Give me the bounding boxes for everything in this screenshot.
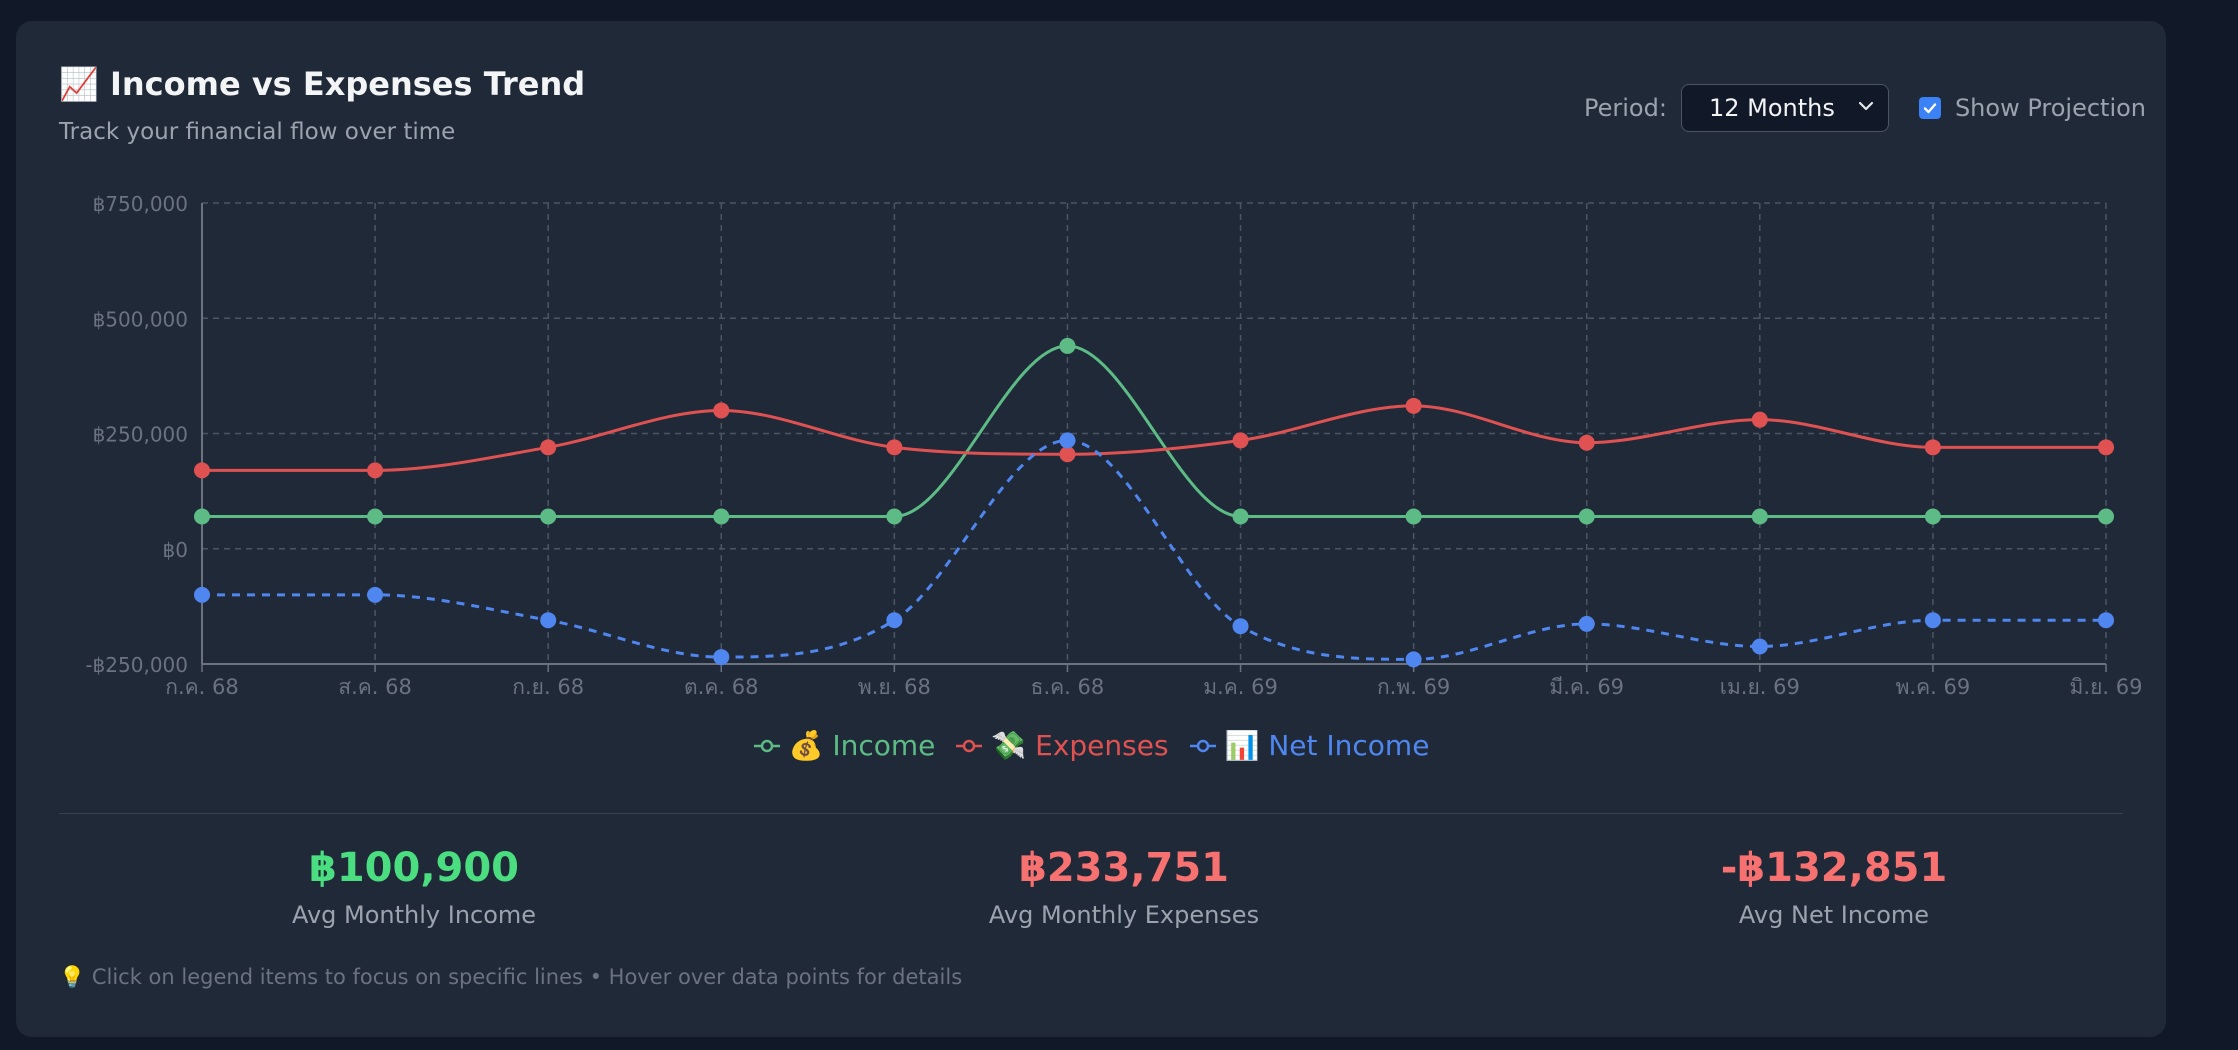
data-point-expenses [886, 439, 903, 456]
x-tick-label: ต.ค. 68 [684, 675, 758, 699]
x-tick-label: พ.ค. 69 [1896, 675, 1971, 699]
x-tick-label: ส.ค. 68 [338, 675, 412, 699]
footnote-text: Click on legend items to focus on specif… [91, 965, 963, 989]
x-tick-label: มี.ค. 69 [1549, 675, 1624, 699]
data-point-expenses [1232, 432, 1249, 449]
data-point-income [713, 508, 730, 525]
data-point-expenses [540, 439, 557, 456]
data-point-net-income [367, 586, 384, 603]
data-point-income [1232, 508, 1249, 525]
legend-item-net-income[interactable]: 📊 Net Income [1189, 729, 1430, 762]
stat-label: Avg Monthly Expenses [988, 901, 1260, 929]
stat-label: Avg Monthly Income [291, 901, 537, 929]
data-point-income [2098, 508, 2114, 525]
x-tick-label: ก.ย. 68 [512, 675, 584, 699]
data-point-income [1059, 337, 1076, 354]
trend-line-chart: ฿750,000 ฿500,000 ฿250,000 ฿0 -฿250,000ก.ค. … [85, 192, 2143, 699]
data-point-income [540, 508, 557, 525]
legend-swatch-icon [753, 739, 780, 752]
x-tick-label: ก.ค. 68 [165, 675, 239, 699]
data-point-net-income [1405, 651, 1422, 668]
stat-avg-net: -฿132,851 Avg Net Income [1584, 845, 2084, 929]
stat-avg-income: ฿100,900 Avg Monthly Income [164, 845, 664, 929]
data-point-expenses [713, 402, 730, 419]
legend-label: Income [832, 729, 936, 762]
series-line-net-income [201, 438, 2106, 661]
series-line-income [202, 344, 2106, 518]
data-point-net-income [1059, 432, 1076, 449]
data-point-income [1578, 508, 1595, 525]
data-point-net-income [886, 612, 903, 629]
legend-swatch-icon [1189, 739, 1216, 752]
y-tick-label: ฿250,000 [93, 423, 188, 447]
data-point-income [1924, 508, 1941, 525]
footnote: 💡 Click on legend items to focus on spec… [59, 965, 962, 990]
data-point-expenses [1924, 439, 1941, 456]
x-tick-label: ม.ค. 69 [1203, 675, 1278, 699]
x-tick-label: มิ.ย. 69 [2070, 675, 2143, 699]
legend-emoji-icon: 📊 [1224, 729, 1260, 762]
data-point-net-income [1578, 615, 1595, 632]
data-point-expenses [1578, 434, 1595, 451]
legend-item-expenses[interactable]: 💸 Expenses [955, 729, 1169, 762]
stat-value: ฿100,900 [308, 845, 520, 891]
y-tick-label: -฿250,000 [85, 653, 188, 677]
y-tick-label: ฿0 [163, 538, 188, 562]
legend-swatch-icon [956, 739, 983, 752]
data-point-expenses [1751, 411, 1768, 428]
stat-value: -฿132,851 [1720, 845, 1948, 891]
data-point-expenses [1059, 446, 1076, 463]
y-tick-label: ฿500,000 [93, 307, 188, 331]
y-tick-label: ฿750,000 [93, 192, 188, 216]
x-tick-label: ธ.ค. 68 [1031, 675, 1105, 699]
chart-legend: 💰 Income 💸 Expenses 📊 Net Income [16, 729, 2166, 762]
data-point-net-income [2098, 612, 2114, 629]
legend-emoji-icon: 💸 [991, 729, 1027, 762]
x-tick-label: พ.ย. 68 [858, 675, 931, 699]
data-point-income [194, 508, 210, 525]
data-point-net-income [540, 612, 557, 629]
series-line-expenses [202, 404, 2106, 472]
lightbulb-icon: 💡 [59, 965, 86, 989]
data-point-income [367, 508, 384, 525]
data-point-expenses [194, 462, 210, 479]
data-point-income [1405, 508, 1422, 525]
data-point-net-income [1751, 638, 1768, 655]
data-point-net-income [1924, 612, 1941, 629]
data-point-expenses [2098, 439, 2114, 456]
income-expenses-card: 📈 Income vs Expenses Trend Track your fi… [16, 21, 2166, 1037]
legend-label: Net Income [1268, 729, 1430, 762]
divider [59, 813, 2123, 814]
data-point-expenses [1405, 397, 1422, 414]
data-point-income [1751, 508, 1768, 525]
x-tick-label: เม.ย. 69 [1720, 675, 1800, 699]
stat-value: ฿233,751 [1018, 845, 1230, 891]
stat-label: Avg Net Income [1738, 901, 1930, 929]
x-tick-label: ก.พ. 69 [1377, 675, 1450, 699]
data-point-income [886, 508, 903, 525]
data-point-net-income [1232, 618, 1249, 635]
data-point-net-income [194, 586, 210, 603]
legend-label: Expenses [1035, 729, 1169, 762]
legend-item-income[interactable]: 💰 Income [753, 729, 936, 762]
stat-avg-expenses: ฿233,751 Avg Monthly Expenses [874, 845, 1374, 929]
data-point-expenses [367, 462, 384, 479]
data-point-net-income [713, 649, 730, 666]
legend-emoji-icon: 💰 [788, 729, 824, 762]
